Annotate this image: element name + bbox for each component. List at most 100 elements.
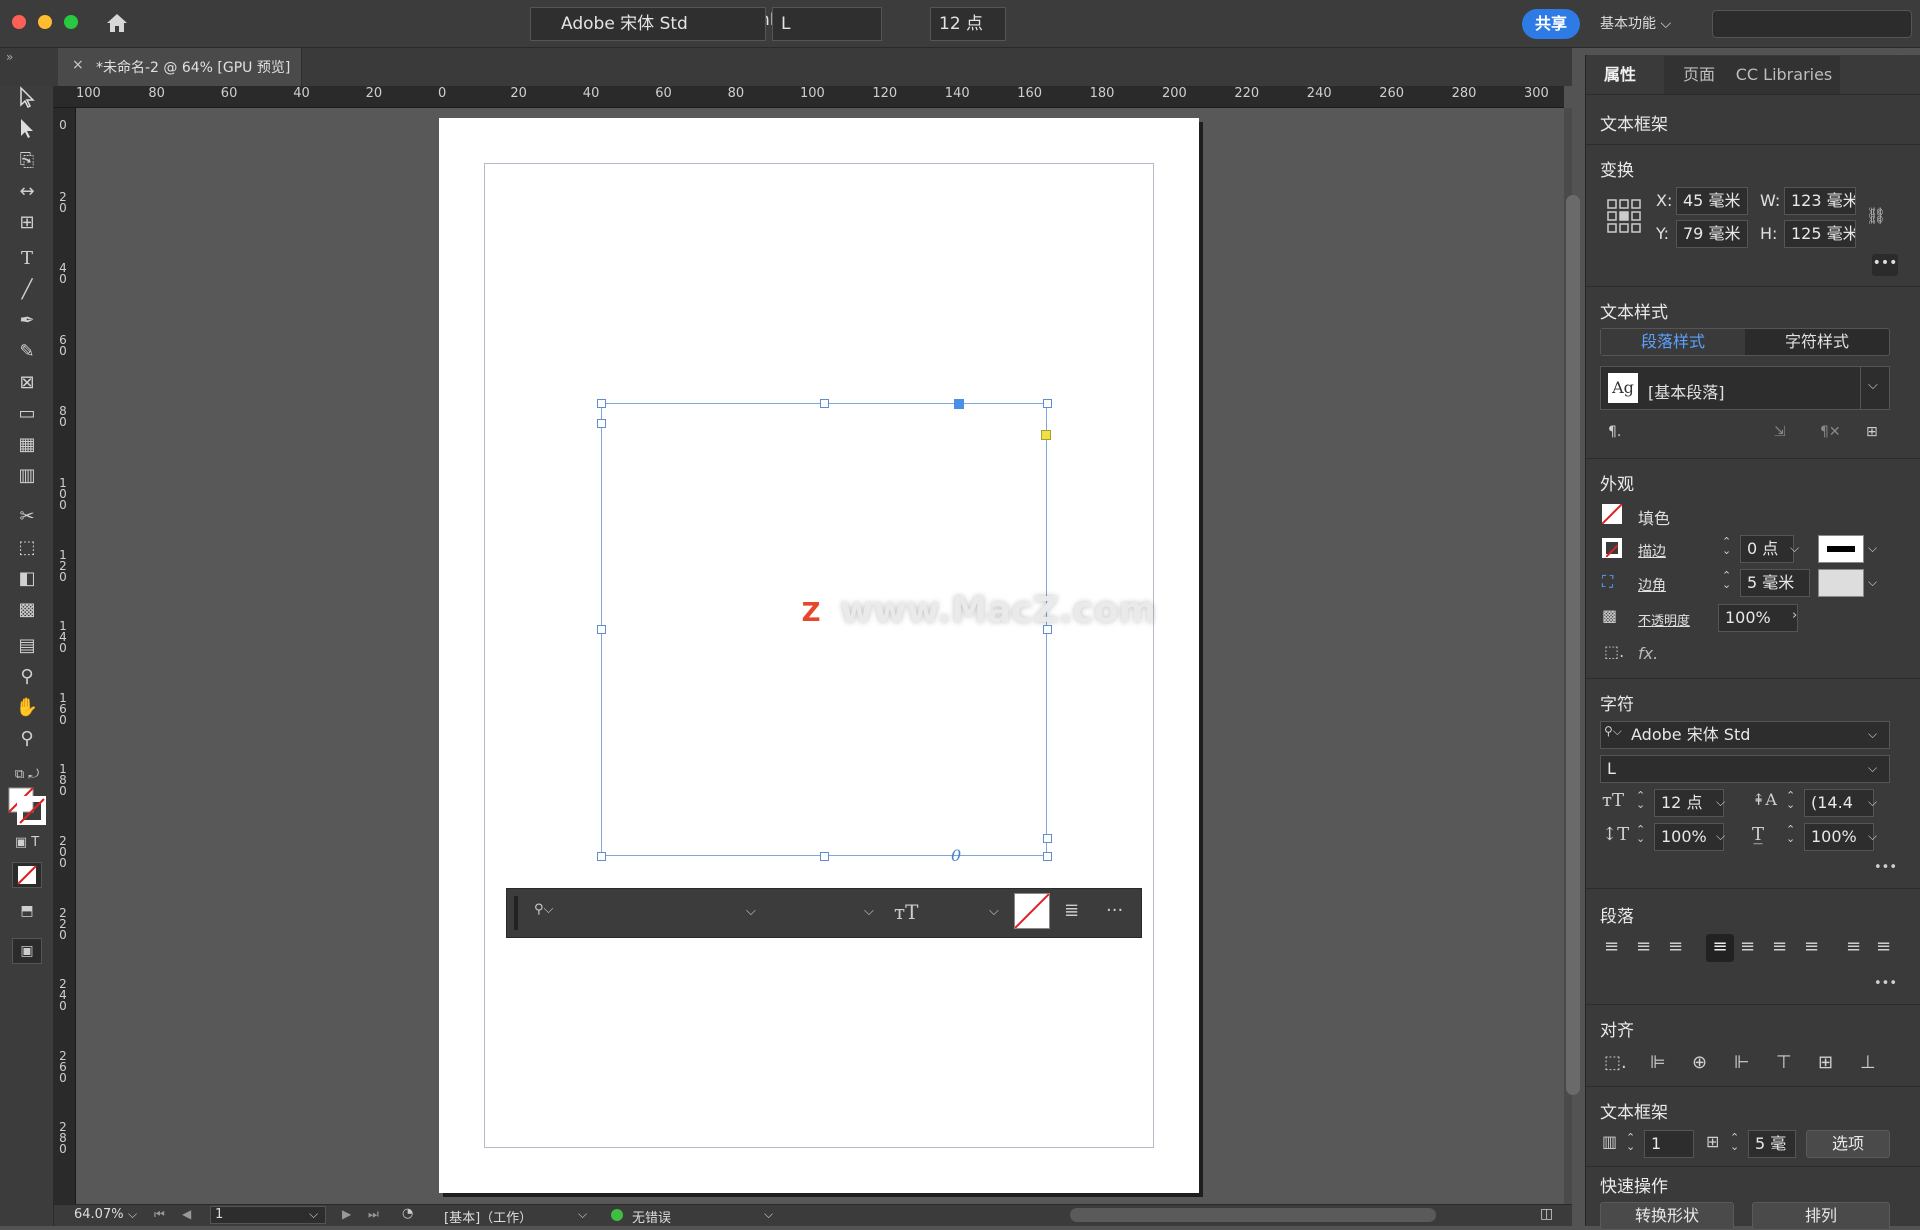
corner-options-icon[interactable]: ⛶	[1602, 572, 1613, 592]
stroke-label[interactable]: 描边	[1638, 541, 1666, 561]
stroke-type-dropdown-icon[interactable]: ⌵	[1868, 541, 1877, 556]
align-right-icon[interactable]: ≡	[1668, 936, 1683, 957]
frame-handle-bottom-right[interactable]	[1043, 852, 1052, 861]
ctx-font-dropdown-icon[interactable]: ⌵	[746, 904, 756, 919]
eyedropper-tool-icon[interactable]: ⚲	[12, 664, 42, 690]
horizontal-scrollbar[interactable]	[1070, 1208, 1436, 1222]
align-to-selection-icon[interactable]: ⬚.	[1604, 1052, 1627, 1073]
text-wrap-icon[interactable]: ⬚.	[1604, 642, 1624, 661]
live-corner-handle[interactable]	[1041, 430, 1051, 440]
align-right-edges-icon[interactable]: ⊩	[1734, 1052, 1750, 1073]
opacity-label[interactable]: 不透明度	[1638, 610, 1690, 629]
h-field[interactable]: 125 毫米	[1784, 220, 1856, 248]
page-tool-icon[interactable]: ⎘	[12, 148, 42, 174]
open-page-icon[interactable]: ◔	[402, 1206, 413, 1221]
gradient-swatch-tool-icon[interactable]: ◧	[12, 566, 42, 592]
hscale-dropdown-icon[interactable]: ⌵	[1868, 829, 1877, 844]
ctx-style-field[interactable]: L	[772, 7, 882, 41]
preflight-dropdown-icon[interactable]: ⌵	[764, 1207, 773, 1222]
font-size-field[interactable]: 12 点	[1654, 789, 1724, 817]
in-port-icon[interactable]	[597, 419, 606, 428]
text-frame-options-button[interactable]: 选项	[1806, 1130, 1890, 1158]
w-field[interactable]: 123 毫米	[1784, 187, 1856, 215]
workspace-switcher[interactable]: 基本功能 ⌵	[1600, 10, 1671, 38]
ctx-size-field[interactable]: 12 点	[930, 7, 1006, 41]
opacity-slider-icon[interactable]: ›	[1792, 608, 1797, 623]
frame-handle-bottom[interactable]	[820, 852, 829, 861]
justify-right-icon[interactable]: ≡	[1772, 936, 1787, 957]
zoom-field[interactable]: 64.07%	[74, 1207, 124, 1222]
align-left-icon[interactable]: ≡	[1604, 936, 1619, 957]
style-dropdown-icon[interactable]: ⌵	[1868, 378, 1878, 393]
column-handle[interactable]	[954, 399, 964, 409]
view-mode-icon[interactable]: ▣	[12, 938, 42, 964]
table-tool-icon[interactable]: ▦	[12, 432, 42, 458]
x-field[interactable]: 45 毫米	[1676, 187, 1748, 215]
leading-stepper-icon[interactable]: ⌃ ⌄	[1786, 790, 1795, 810]
tab-pages[interactable]: 页面	[1664, 56, 1734, 94]
ctx-more-icon[interactable]: ···	[1106, 900, 1123, 921]
opacity-field[interactable]: 100%	[1718, 604, 1798, 632]
gutter-stepper-icon[interactable]: ⌃ ⌄	[1730, 1132, 1739, 1152]
align-v-centers-icon[interactable]: ⊞	[1818, 1052, 1833, 1073]
font-size-dropdown-icon[interactable]: ⌵	[1716, 795, 1725, 810]
share-button[interactable]: 共享	[1522, 9, 1580, 39]
gap-tool-icon[interactable]: ↔	[12, 179, 42, 205]
zoom-tool-icon[interactable]: ⚲	[12, 726, 42, 752]
load-styles-icon[interactable]: ⇲	[1774, 424, 1786, 440]
corner-label[interactable]: 边角	[1638, 575, 1666, 595]
split-view-icon[interactable]: ◫	[1540, 1206, 1553, 1222]
character-more-icon[interactable]: •••	[1874, 860, 1897, 875]
gutter-field[interactable]: 5 毫	[1748, 1130, 1796, 1158]
frame-handle-top-left[interactable]	[597, 399, 606, 408]
formatting-affects-icon[interactable]: ▣ T	[12, 830, 42, 856]
character-font-dropdown-icon[interactable]: ⌵	[1868, 727, 1877, 742]
prev-page-icon[interactable]: ◀	[182, 1207, 191, 1221]
rectangle-frame-tool-icon[interactable]: ⊠	[12, 370, 42, 396]
align-towards-spine-icon[interactable]: ≡	[1846, 936, 1861, 957]
reference-point-icon[interactable]	[1606, 198, 1642, 234]
character-style-field[interactable]: L	[1600, 755, 1890, 783]
vertical-scale-field[interactable]: 100%	[1654, 823, 1724, 851]
rectangle-tool-icon[interactable]: ▭	[12, 401, 42, 427]
align-left-edges-icon[interactable]: ⊫	[1650, 1052, 1666, 1073]
tab-properties[interactable]: 属性	[1586, 56, 1654, 94]
justify-left-icon[interactable]: ≡	[1706, 934, 1734, 962]
next-page-icon[interactable]: ▶	[342, 1207, 351, 1221]
collapse-toolbar-icon[interactable]: »	[6, 50, 13, 64]
clear-overrides-icon[interactable]: ¶✕	[1820, 424, 1841, 440]
preflight-status[interactable]: 无错误	[632, 1207, 671, 1226]
corner-size-field[interactable]: 5 毫米	[1740, 569, 1810, 597]
constrain-proportions-icon[interactable]: ⛓	[1866, 206, 1886, 225]
master-dropdown-icon[interactable]: ⌵	[578, 1207, 587, 1222]
ctx-size-dropdown-icon[interactable]: ⌵	[989, 904, 999, 919]
fill-swatch-icon[interactable]	[1601, 503, 1623, 525]
columns-stepper-icon[interactable]: ⌃ ⌄	[1626, 1132, 1635, 1152]
new-style-icon[interactable]: ⊞	[1866, 424, 1878, 440]
tab-paragraph-styles[interactable]: 段落样式	[1601, 329, 1745, 355]
note-tool-icon[interactable]: ▤	[12, 633, 42, 659]
vscale-stepper-icon[interactable]: ⌃ ⌄	[1636, 824, 1645, 844]
hscale-stepper-icon[interactable]: ⌃ ⌄	[1786, 824, 1795, 844]
font-size-stepper-icon[interactable]: ⌃ ⌄	[1636, 790, 1645, 810]
stroke-type-select[interactable]	[1818, 535, 1864, 563]
page-dropdown-icon[interactable]: ⌵	[309, 1207, 318, 1222]
leading-field[interactable]: (14.4	[1804, 789, 1874, 817]
swap-fill-stroke-icon[interactable]: ⧉ ⤾	[12, 762, 42, 788]
scissors-tool-icon[interactable]: ✂	[12, 504, 42, 530]
out-port-icon[interactable]	[1043, 834, 1052, 843]
pen-tool-icon[interactable]: ✒	[12, 308, 42, 334]
paragraph-mark-icon[interactable]: ¶.	[1608, 424, 1621, 440]
ctx-style-dropdown-icon[interactable]: ⌵	[864, 904, 874, 919]
stroke-weight-dropdown-icon[interactable]: ⌵	[1790, 541, 1799, 556]
search-input[interactable]	[1712, 10, 1912, 38]
effects-icon[interactable]: fx.	[1638, 644, 1658, 663]
ctx-font-field[interactable]: Adobe 宋体 Std	[530, 7, 766, 41]
justify-center-icon[interactable]: ≡	[1740, 936, 1755, 957]
selection-tool-icon[interactable]	[12, 86, 42, 112]
transform-more-icon[interactable]: •••	[1872, 254, 1898, 276]
line-tool-icon[interactable]: ╱	[12, 277, 42, 303]
stroke-weight-field[interactable]: 0 点	[1740, 535, 1794, 563]
vscale-dropdown-icon[interactable]: ⌵	[1716, 829, 1725, 844]
paragraph-style-select[interactable]	[1600, 366, 1890, 410]
